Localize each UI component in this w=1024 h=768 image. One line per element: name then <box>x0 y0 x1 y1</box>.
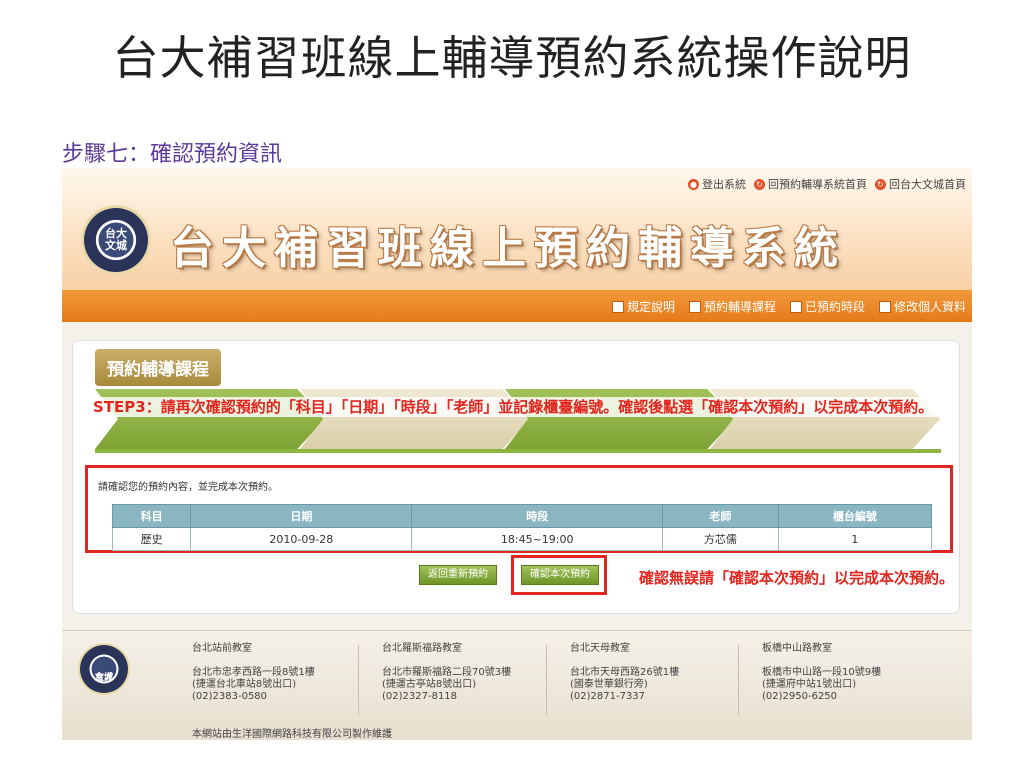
cell-teacher: 方芯儒 <box>662 527 779 551</box>
branch-name: 台北天母教室 <box>570 643 630 654</box>
branch-address: 台北市羅斯福路二段70號3樓 <box>382 667 512 678</box>
list-icon <box>789 300 802 313</box>
top-links: ● 登出系統 ↻ 回預約輔導系統首頁 ↻ 回台大文城首頁 <box>688 176 966 192</box>
logo-text-line-2: 文城 <box>105 239 127 252</box>
confirm-callout: 確認無誤請「確認本次預約」以完成本次預約。 <box>639 569 955 587</box>
branch-note: (捷運古亭站8號出口) <box>382 679 477 690</box>
table-header-row: 科目 日期 時段 老師 櫃台編號 <box>111 504 933 528</box>
confirmation-highlight: 請確認您的預約內容，並完成本次預約。 科目 日期 時段 老師 櫃台編號 歷史 2… <box>85 465 953 553</box>
wencheng-home-link[interactable]: ↻ 回台大文城首頁 <box>875 176 966 192</box>
nav-rules-label: 規定說明 <box>626 300 675 314</box>
branch-divider <box>738 645 739 715</box>
branch-address: 台北市忠孝西路一段8號1樓 <box>192 667 315 678</box>
footer-logo-text: 台大 文城 <box>80 659 128 683</box>
branch-phone: (02)2327-8118 <box>382 691 458 702</box>
site-footer: 台大 文城 台北站前教室 台北市忠孝西路一段8號1樓 (捷運台北車站8號出口) (… <box>62 630 972 740</box>
confirm-prompt: 請確認您的預約內容，並完成本次預約。 <box>98 482 278 493</box>
document-icon <box>611 300 624 313</box>
nav-book-course-label: 預約輔導課程 <box>703 300 776 314</box>
cell-date: 2010-09-28 <box>190 527 413 551</box>
panel-tab: 預約輔導課程 <box>95 349 221 386</box>
main-nav: 規定說明 預約輔導課程 已預約時段 修改個人資料 <box>62 290 972 322</box>
booking-home-link[interactable]: ↻ 回預約輔導系統首頁 <box>754 176 867 192</box>
col-time: 時段 <box>411 504 664 528</box>
site-logo[interactable]: 台大 文城 <box>84 208 148 272</box>
user-edit-icon <box>878 300 891 313</box>
branch-address: 台北市天母西路26號1樓 <box>570 667 680 678</box>
footer-logo-line-2: 文城 <box>94 673 113 683</box>
logout-icon: ● <box>688 178 699 190</box>
logo-text: 台大 文城 <box>84 228 148 252</box>
nav-edit-profile-label: 修改個人資料 <box>893 300 966 314</box>
site-title: 台大補習班線上預約輔導系統 <box>170 223 846 274</box>
col-teacher: 老師 <box>662 504 779 528</box>
branch-divider <box>546 645 547 715</box>
confirm-booking-button[interactable]: 確認本次預約 <box>521 565 599 585</box>
nav-booked-slots[interactable]: 已預約時段 <box>789 298 865 315</box>
col-subject: 科目 <box>111 504 192 528</box>
branch-divider <box>358 645 359 715</box>
branch-info: 台北天母教室 台北市天母西路26號1樓 (國泰世華銀行旁) (02)2871-7… <box>570 643 750 703</box>
branch-info: 板橋中山路教室 板橋市中山路一段10號9樓 (捷運府中站1號出口) (02)29… <box>762 643 942 703</box>
branch-info: 台北站前教室 台北市忠孝西路一段8號1樓 (捷運台北車站8號出口) (02)23… <box>192 643 372 703</box>
branch-phone: (02)2950-6250 <box>762 691 838 702</box>
branch-address: 板橋市中山路一段10號9樓 <box>762 667 882 678</box>
home-icon: ↻ <box>754 178 765 190</box>
cell-counter: 1 <box>777 527 933 551</box>
site-credit: 本網站由生洋國際網路科技有限公司製作維護 <box>192 729 392 740</box>
step-heading: 步驟七：確認預約資訊 <box>62 142 283 167</box>
booking-home-link-label: 回預約輔導系統首頁 <box>768 178 867 191</box>
wencheng-home-link-label: 回台大文城首頁 <box>889 178 966 191</box>
branch-name: 台北站前教室 <box>192 643 252 654</box>
table-row: 歷史 2010-09-28 18:45~19:00 方芯儒 1 <box>111 527 933 551</box>
calendar-icon <box>688 300 701 313</box>
col-counter: 櫃台編號 <box>777 504 933 528</box>
site-header: ● 登出系統 ↻ 回預約輔導系統首頁 ↻ 回台大文城首頁 台大 文城 台大補習班… <box>62 168 972 290</box>
branch-note: (捷運台北車站8號出口) <box>192 679 297 690</box>
branch-note: (捷運府中站1號出口) <box>762 679 857 690</box>
booking-panel: 預約輔導課程 STEP3：請再次確認預約的「科目」「日期」「時段」「老師」並記錄… <box>72 340 960 614</box>
cell-time: 18:45~19:00 <box>411 527 664 551</box>
home-icon: ↻ <box>875 178 886 190</box>
branch-phone: (02)2871-7337 <box>570 691 646 702</box>
nav-book-course[interactable]: 預約輔導課程 <box>688 298 776 315</box>
logout-link[interactable]: ● 登出系統 <box>688 176 746 192</box>
branch-phone: (02)2383-0580 <box>192 691 268 702</box>
cell-subject: 歷史 <box>111 527 192 551</box>
rebook-button[interactable]: 返回重新預約 <box>419 565 497 585</box>
branch-note: (國泰世華銀行旁) <box>570 679 648 690</box>
footer-logo: 台大 文城 <box>80 645 128 693</box>
col-date: 日期 <box>190 504 413 528</box>
nav-rules[interactable]: 規定說明 <box>611 298 675 315</box>
branch-name: 板橋中山路教室 <box>762 643 832 654</box>
nav-booked-slots-label: 已預約時段 <box>804 300 865 314</box>
branch-name: 台北羅斯福路教室 <box>382 643 462 654</box>
booking-summary-table: 科目 日期 時段 老師 櫃台編號 歷史 2010-09-28 18:45~19:… <box>111 504 933 551</box>
step-instruction: STEP3：請再次確認預約的「科目」「日期」「時段」「老師」並記錄櫃臺編號。確認… <box>93 397 953 417</box>
logout-link-label: 登出系統 <box>702 178 746 191</box>
step-progress-bar <box>95 449 941 453</box>
branch-info: 台北羅斯福路教室 台北市羅斯福路二段70號3樓 (捷運古亭站8號出口) (02)… <box>382 643 562 703</box>
screenshot-frame: ● 登出系統 ↻ 回預約輔導系統首頁 ↻ 回台大文城首頁 台大 文城 台大補習班… <box>62 168 972 740</box>
nav-edit-profile[interactable]: 修改個人資料 <box>878 298 966 315</box>
slide-title: 台大補習班線上輔導預約系統操作說明 <box>112 31 912 85</box>
